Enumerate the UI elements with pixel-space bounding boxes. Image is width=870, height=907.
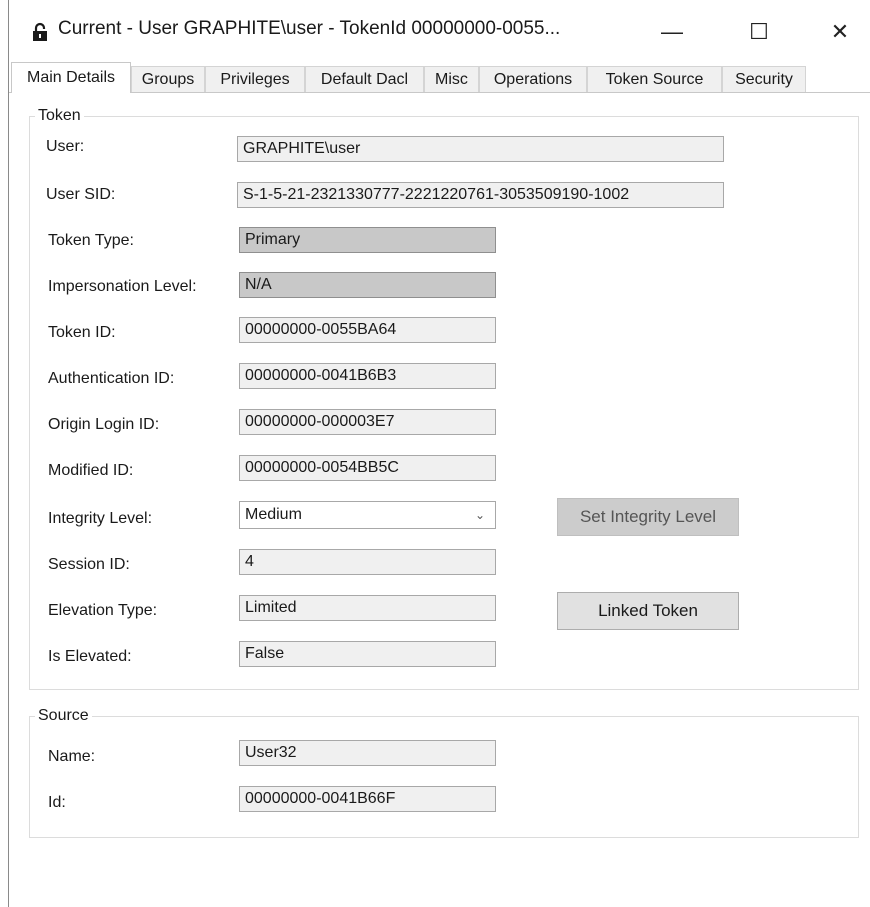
- elevation-type-field[interactable]: Limited: [239, 595, 496, 621]
- token-type-label: Token Type:: [48, 232, 134, 249]
- source-name-label: Name:: [48, 748, 96, 765]
- authentication-id-field[interactable]: 00000000-0041B6B3: [239, 363, 496, 389]
- tab-default-dacl[interactable]: Default Dacl: [305, 66, 424, 92]
- modified-id-label: Modified ID:: [48, 462, 134, 479]
- session-id-field[interactable]: 4: [239, 549, 496, 575]
- title-bar[interactable]: Current - User GRAPHITE\user - TokenId 0…: [9, 0, 870, 62]
- chevron-down-icon: ⌄: [474, 508, 485, 522]
- token-id-field[interactable]: 00000000-0055BA64: [239, 317, 496, 343]
- tab-operations[interactable]: Operations: [479, 66, 587, 92]
- token-type-field[interactable]: Primary: [239, 227, 496, 253]
- user-sid-field[interactable]: S-1-5-21-2321330777-2221220761-305350919…: [237, 182, 724, 208]
- origin-login-id-field[interactable]: 00000000-000003E7: [239, 409, 496, 435]
- impersonation-level-field[interactable]: N/A: [239, 272, 496, 298]
- minimize-icon: —: [661, 19, 683, 44]
- source-name-field[interactable]: User32: [239, 740, 496, 766]
- tab-token-source[interactable]: Token Source: [587, 66, 722, 92]
- elevation-type-label: Elevation Type:: [48, 602, 158, 619]
- maximize-button[interactable]: ☐: [736, 10, 782, 54]
- token-id-label: Token ID:: [48, 324, 116, 341]
- tab-main-details[interactable]: Main Details: [11, 62, 131, 93]
- integrity-level-dropdown[interactable]: Medium ⌄: [239, 501, 496, 529]
- impersonation-level-label: Impersonation Level:: [48, 278, 197, 295]
- token-group-legend: Token: [35, 107, 84, 125]
- tab-security[interactable]: Security: [722, 66, 806, 92]
- source-id-label: Id:: [48, 794, 66, 811]
- minimize-button[interactable]: —: [649, 10, 695, 54]
- user-field[interactable]: GRAPHITE\user: [237, 136, 724, 162]
- session-id-label: Session ID:: [48, 556, 130, 573]
- tab-strip: Main Details Groups Privileges Default D…: [9, 62, 870, 93]
- tab-privileges[interactable]: Privileges: [205, 66, 305, 92]
- linked-token-button[interactable]: Linked Token: [557, 592, 739, 630]
- modified-id-field[interactable]: 00000000-0054BB5C: [239, 455, 496, 481]
- token-viewer-window: Current - User GRAPHITE\user - TokenId 0…: [8, 0, 870, 907]
- window-title: Current - User GRAPHITE\user - TokenId 0…: [58, 18, 561, 39]
- user-sid-label: User SID:: [46, 186, 116, 203]
- set-integrity-level-button[interactable]: Set Integrity Level: [557, 498, 739, 536]
- source-group-legend: Source: [35, 707, 92, 725]
- origin-login-id-label: Origin Login ID:: [48, 416, 160, 433]
- source-id-field[interactable]: 00000000-0041B66F: [239, 786, 496, 812]
- is-elevated-label: Is Elevated:: [48, 648, 132, 665]
- close-icon: ✕: [830, 19, 850, 44]
- maximize-icon: ☐: [749, 19, 769, 44]
- tab-misc[interactable]: Misc: [424, 66, 479, 92]
- tab-groups[interactable]: Groups: [131, 66, 205, 92]
- is-elevated-field[interactable]: False: [239, 641, 496, 667]
- integrity-level-label: Integrity Level:: [48, 510, 153, 527]
- authentication-id-label: Authentication ID:: [48, 370, 175, 387]
- user-label: User:: [46, 138, 85, 155]
- lock-icon: [33, 22, 47, 41]
- close-button[interactable]: ✕: [817, 10, 863, 54]
- integrity-level-value: Medium: [245, 506, 302, 523]
- source-groupbox: [29, 716, 859, 838]
